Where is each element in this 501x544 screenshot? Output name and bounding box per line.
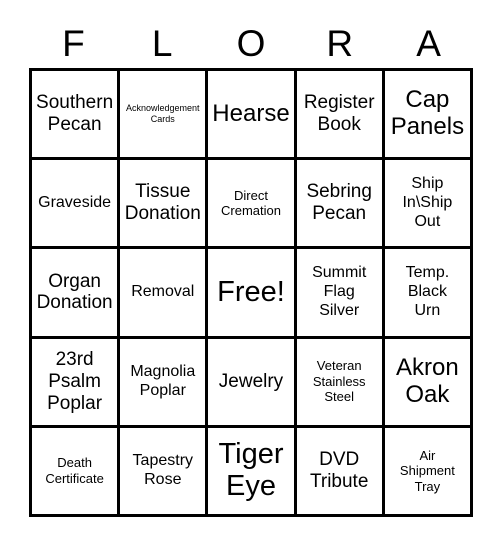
bingo-cell-label: DVD Tribute	[309, 449, 369, 492]
bingo-cell-label: Jewelry	[218, 370, 284, 392]
bingo-cell-label: Death Certificate	[45, 455, 104, 486]
bingo-cell-label: Free!	[217, 275, 285, 308]
bingo-cell-label: Organ Donation	[36, 270, 113, 314]
bingo-cell[interactable]: DVD Tribute	[296, 427, 385, 517]
bingo-cell[interactable]: Tapestry Rose	[120, 427, 209, 517]
bingo-cell[interactable]: Direct Cremation	[208, 160, 297, 250]
bingo-cell[interactable]: Graveside	[32, 160, 121, 250]
bingo-cell[interactable]: Death Certificate	[32, 427, 121, 517]
bingo-cell-label: Magnolia Poplar	[130, 362, 196, 399]
header-letter-4: R	[326, 23, 354, 64]
bingo-cell-free[interactable]: Free!	[208, 249, 297, 339]
bingo-cell-label: Air Shipment Tray	[399, 447, 455, 494]
bingo-cell[interactable]: Tiger Eye	[208, 427, 297, 517]
bingo-cell-label: Sebring Pecan	[306, 181, 372, 225]
bingo-grid: Southern Pecan Acknowledgement Cards Hea…	[29, 68, 473, 517]
bingo-cell[interactable]: Cap Panels	[384, 71, 473, 161]
bingo-cell[interactable]: Air Shipment Tray	[384, 427, 473, 517]
bingo-card: F L O R A Southern Pecan Acknowledgement…	[0, 0, 501, 544]
bingo-cell[interactable]: Veteran Stainless Steel	[296, 338, 385, 428]
bingo-cell-label: Southern Pecan	[36, 92, 114, 136]
bingo-cell-label: Tapestry Rose	[132, 452, 194, 488]
bingo-cell-label: Tissue Donation	[124, 181, 201, 225]
bingo-cell-label: 23rd Psalm Poplar	[47, 348, 103, 414]
bingo-cell[interactable]: 23rd Psalm Poplar	[32, 338, 121, 428]
bingo-cell-label: Cap Panels	[390, 86, 465, 141]
header-letter-2: L	[151, 23, 173, 64]
bingo-cell[interactable]: Sebring Pecan	[296, 160, 385, 250]
bingo-cell-label: Tiger Eye	[218, 438, 284, 502]
bingo-cell[interactable]: Acknowledgement Cards	[120, 71, 209, 161]
header-letter-1: F	[62, 23, 85, 64]
bingo-cell[interactable]: Tissue Donation	[120, 160, 209, 250]
bingo-cell[interactable]: Register Book	[296, 71, 385, 161]
bingo-cell[interactable]: Removal	[120, 249, 209, 339]
bingo-cell[interactable]: Ship In\Ship Out	[384, 160, 473, 250]
bingo-cell[interactable]: Jewelry	[208, 338, 297, 428]
bingo-cell-label: Temp. Black Urn	[405, 264, 450, 319]
bingo-cell[interactable]: Summit Flag Silver	[296, 249, 385, 339]
bingo-cell-label: Akron Oak	[396, 353, 459, 408]
bingo-cell[interactable]: Magnolia Poplar	[120, 338, 209, 428]
bingo-cell[interactable]: Temp. Black Urn	[384, 249, 473, 339]
bingo-cell[interactable]: Akron Oak	[384, 338, 473, 428]
bingo-cell-label: Veteran Stainless Steel	[312, 358, 366, 405]
bingo-cell-label: Removal	[131, 283, 195, 301]
header-letter-3: O	[236, 23, 266, 64]
bingo-cell[interactable]: Hearse	[208, 71, 297, 161]
bingo-cell-label: Graveside	[38, 193, 112, 211]
bingo-cell-label: Direct Cremation	[221, 187, 281, 219]
bingo-cell[interactable]: Southern Pecan	[32, 71, 121, 161]
bingo-cell-label: Acknowledgement Cards	[126, 102, 200, 125]
bingo-cell[interactable]: Organ Donation	[32, 249, 121, 339]
bingo-cell-label: Summit Flag Silver	[312, 264, 367, 319]
bingo-cell-label: Register Book	[303, 92, 375, 136]
bingo-cell-label: Hearse	[212, 99, 290, 127]
header-letter-5: A	[416, 23, 441, 64]
bingo-cell-label: Ship In\Ship Out	[402, 174, 453, 230]
bingo-header: F L O R A	[29, 20, 473, 68]
